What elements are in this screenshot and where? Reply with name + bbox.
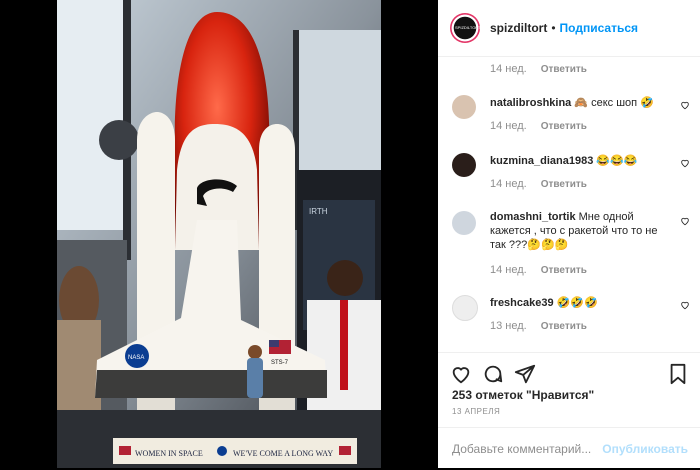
banner-left-text: WOMEN IN SPACE <box>135 449 203 458</box>
reply-button[interactable]: Ответить <box>541 321 587 332</box>
comment-bubble-icon[interactable] <box>482 363 504 385</box>
share-send-icon[interactable] <box>514 363 536 385</box>
commenter-avatar[interactable] <box>452 211 476 235</box>
commenter-username[interactable]: natalibroshkina <box>490 97 571 109</box>
post-date: 13 АПРЕЛЯ <box>452 407 501 416</box>
shuttle-cake-image: IRTH NASA STS-7 WOMEN IN SPACE WE'VE COM… <box>57 0 381 468</box>
comment-text: domashni_tortik Мне одной кажется , что … <box>490 211 658 251</box>
commenter-username[interactable]: freshcake39 <box>490 297 554 309</box>
like-comment-heart-icon[interactable] <box>680 100 690 110</box>
exhibit-text: IRTH <box>309 207 328 216</box>
like-comment-heart-icon[interactable] <box>680 300 690 310</box>
add-comment-bar: Добавьте комментарий... Опубликовать <box>438 427 700 470</box>
commenter-avatar[interactable] <box>452 95 476 119</box>
commenter-username[interactable]: domashni_tortik <box>490 211 576 223</box>
banner-right-text: WE'VE COME A LONG WAY <box>233 449 333 458</box>
reply-button[interactable]: Ответить <box>541 265 587 276</box>
comment-time: 13 нед. <box>490 320 527 332</box>
like-heart-icon[interactable] <box>450 363 472 385</box>
comment-text: natalibroshkina 🙈 секс шоп 🤣 <box>490 97 654 109</box>
commenter-username[interactable]: kuzmina_diana1983 <box>490 155 593 167</box>
comment-text: kuzmina_diana1983 😂😂😂 <box>490 155 638 167</box>
comments-list[interactable]: 14 нед. Ответить natalibroshkina 🙈 секс ш… <box>438 56 700 352</box>
comment-meta: 14 нед. Ответить <box>490 178 587 190</box>
shuttle-name: STS-7 <box>271 360 289 366</box>
reply-button[interactable]: Ответить <box>541 121 587 132</box>
reply-button[interactable]: Ответить <box>541 64 587 75</box>
save-bookmark-icon[interactable] <box>668 363 688 385</box>
post-header: SPIZDILTORT spizdiltort • Подписаться <box>438 0 700 57</box>
header-separator: • <box>551 21 556 35</box>
likes-count[interactable]: 253 отметок "Нравится" <box>452 388 594 402</box>
commenter-avatar[interactable] <box>452 153 476 177</box>
comment-input[interactable]: Добавьте комментарий... <box>452 442 591 456</box>
photo-column: IRTH NASA STS-7 WOMEN IN SPACE WE'VE COM… <box>0 0 438 468</box>
comment-meta: 14 нед. Ответить <box>490 264 587 276</box>
comment-meta: 13 нед. Ответить <box>490 320 587 332</box>
post-actions: 253 отметок "Нравится" 13 АПРЕЛЯ Добавьт… <box>438 352 700 469</box>
like-comment-heart-icon[interactable] <box>680 158 690 168</box>
comment-time: 14 нед. <box>490 178 527 190</box>
comment-text: freshcake39 🤣🤣🤣 <box>490 297 598 309</box>
reply-button[interactable]: Ответить <box>541 179 587 190</box>
comment-meta: 14 нед. Ответить <box>490 120 587 132</box>
follow-button[interactable]: Подписаться <box>560 21 638 35</box>
post-photo[interactable]: IRTH NASA STS-7 WOMEN IN SPACE WE'VE COM… <box>57 0 381 468</box>
publish-button[interactable]: Опубликовать <box>602 442 688 456</box>
comment-time: 14 нед. <box>490 63 527 75</box>
author-username[interactable]: spizdiltort <box>490 21 547 35</box>
post-side-panel: SPIZDILTORT spizdiltort • Подписаться 14… <box>438 0 700 468</box>
like-comment-heart-icon[interactable] <box>680 216 690 226</box>
commenter-avatar[interactable] <box>452 295 478 321</box>
comment-meta: 14 нед. Ответить <box>490 63 587 75</box>
author-avatar[interactable]: SPIZDILTORT <box>450 13 481 43</box>
comment-time: 14 нед. <box>490 120 527 132</box>
action-icons-bar <box>450 363 690 387</box>
comment-time: 14 нед. <box>490 264 527 276</box>
nasa-label: NASA <box>128 355 144 361</box>
